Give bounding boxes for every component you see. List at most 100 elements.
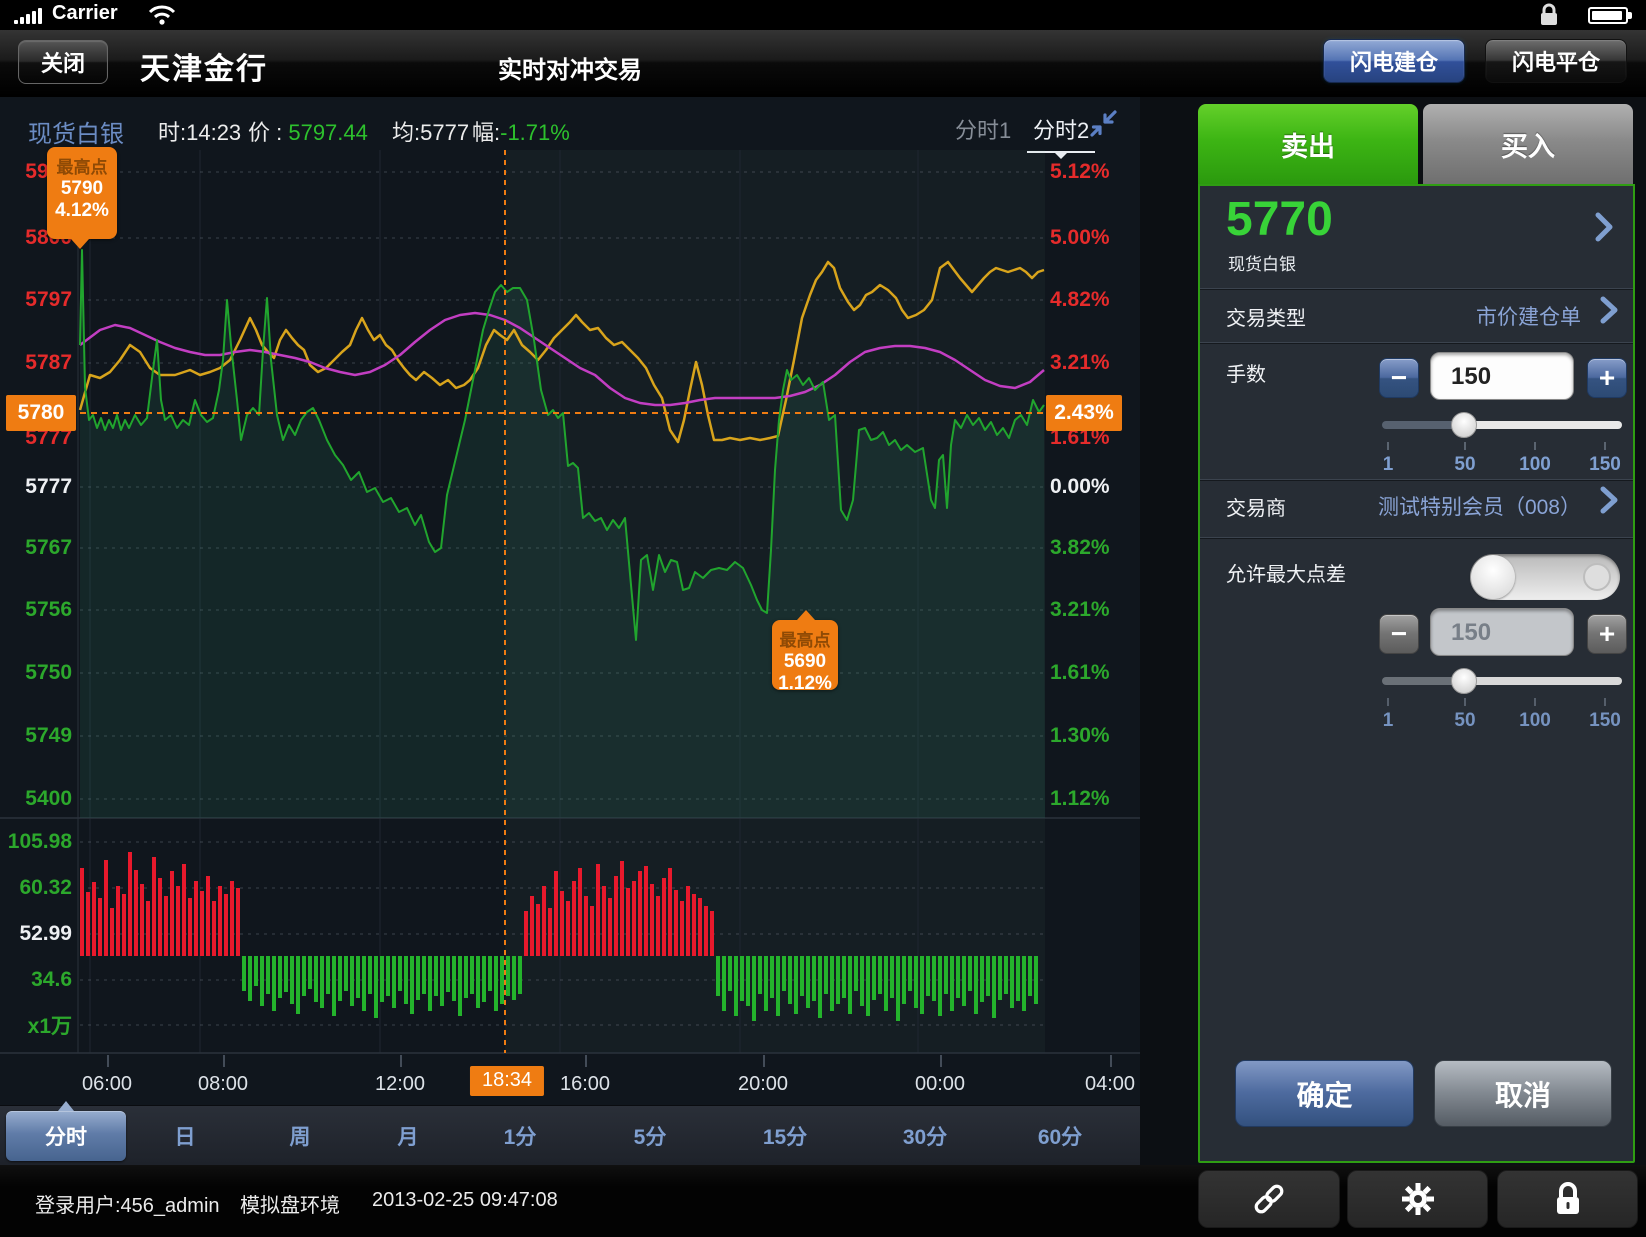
volume-axis-label: 105.98	[6, 830, 72, 854]
quote-symbol: 现货白银	[1228, 250, 1296, 275]
chevron-right-icon[interactable]	[1598, 295, 1620, 325]
footer-bar: 登录用户:456_admin 模拟盘环境 2013-02-25 09:47:08	[0, 1165, 1646, 1237]
period-tab-1[interactable]: 分时	[6, 1111, 126, 1161]
volume-axis-label: 60.32	[6, 876, 72, 900]
callout-arrow	[797, 610, 815, 620]
spread-slider-ticks: 150100150	[1382, 704, 1622, 738]
time-tick	[1110, 1055, 1112, 1067]
slider-tick-label: 1	[1383, 454, 1394, 476]
lots-slider[interactable]	[1382, 412, 1622, 438]
slider-tick-mark	[1464, 698, 1466, 706]
period-tab-7[interactable]: 15分	[740, 1106, 830, 1166]
carrier-label: Carrier	[52, 2, 118, 25]
sell-tab[interactable]: 卖出	[1198, 104, 1418, 184]
percent-axis-label: 1.61%	[1050, 661, 1130, 685]
slider-tick-mark	[1464, 442, 1466, 450]
spread-plus-button[interactable]: +	[1587, 614, 1627, 654]
spread-slider-thumb[interactable]	[1451, 668, 1477, 694]
nav-bar: 关闭 天津金行 实时对冲交易 闪电建仓 闪电平仓	[0, 30, 1646, 97]
percent-axis-label: 0.00%	[1050, 475, 1130, 499]
price-axis-label: 5777	[6, 475, 72, 499]
chart-area[interactable]: 现货白银 时:14:23 价 : 5797.44 均:5777 幅:-1.71%…	[0, 97, 1140, 1165]
time-label: 04:00	[1085, 1073, 1135, 1096]
time-label: 00:00	[915, 1073, 965, 1096]
spread-minus-button[interactable]: −	[1379, 614, 1419, 654]
order-form: 5770 现货白银 交易类型 市价建仓单 手数 − 150 + 15010015…	[1198, 184, 1635, 1163]
price-axis-label: 5756	[6, 598, 72, 622]
trade-type-value[interactable]: 市价建仓单	[1476, 301, 1581, 331]
period-tab-8[interactable]: 30分	[880, 1106, 970, 1166]
slider-tick-label: 1	[1383, 710, 1394, 732]
lots-slider-thumb[interactable]	[1451, 412, 1477, 438]
datetime-label: 2013-02-25 09:47:08	[372, 1189, 558, 1212]
percent-axis-label: 5.12%	[1050, 160, 1130, 184]
chevron-right-icon[interactable]	[1598, 485, 1620, 515]
lots-input[interactable]: 150	[1430, 352, 1574, 400]
slider-tick-label: 150	[1589, 710, 1621, 732]
login-user-label: 登录用户:456_admin	[35, 1189, 220, 1218]
slider-tick-mark	[1387, 442, 1389, 450]
chart-plot[interactable]	[0, 97, 1140, 1165]
percent-axis-label: 1.30%	[1050, 724, 1130, 748]
signal-strength-icon	[14, 8, 42, 24]
spread-input[interactable]: 150	[1430, 608, 1574, 656]
period-tab-3[interactable]: 周	[255, 1106, 345, 1166]
lots-slider-ticks: 150100150	[1382, 448, 1622, 482]
percent-axis-label: 3.82%	[1050, 536, 1130, 560]
percent-axis-label: 1.12%	[1050, 787, 1130, 811]
price-axis-label: 5767	[6, 536, 72, 560]
cancel-button[interactable]: 取消	[1434, 1060, 1612, 1127]
price-axis-label: 5400	[6, 787, 72, 811]
slider-tick-mark	[1534, 442, 1536, 450]
chart-callout: 最高点57904.12%	[47, 147, 117, 239]
app-window: Carrier 关闭 天津金行 实时对冲交易 闪电建仓 闪电平仓 现货白银 时:…	[0, 0, 1646, 1237]
period-tab-9[interactable]: 60分	[1015, 1106, 1105, 1166]
period-tab-2[interactable]: 日	[140, 1106, 230, 1166]
callout-arrow	[71, 239, 89, 249]
current-time-badge: 18:34	[470, 1066, 544, 1096]
spread-slider[interactable]	[1382, 668, 1622, 694]
toggle-knob[interactable]	[1471, 555, 1515, 599]
percent-axis-label: 5.00%	[1050, 226, 1130, 250]
buy-tab[interactable]: 买入	[1423, 104, 1633, 184]
orientation-lock-icon	[1538, 3, 1560, 27]
percent-axis-label: 3.21%	[1050, 598, 1130, 622]
time-label: 12:00	[375, 1073, 425, 1096]
time-axis: 06:0008:0012:0016:0020:0000:0004:0018:34	[0, 1053, 1140, 1105]
lots-plus-button[interactable]: +	[1587, 358, 1627, 398]
lock-icon	[1552, 1181, 1584, 1217]
price-axis-label: 5749	[6, 724, 72, 748]
period-tab-5[interactable]: 1分	[475, 1106, 565, 1166]
price-axis-label: 5787	[6, 351, 72, 375]
settings-button[interactable]	[1347, 1170, 1488, 1228]
volume-axis-label: x1万	[6, 1010, 72, 1040]
lock-button[interactable]	[1497, 1170, 1638, 1228]
max-spread-toggle[interactable]	[1470, 554, 1620, 600]
link-button[interactable]	[1198, 1170, 1340, 1228]
period-tab-bar: 分时日周月 1分 5分 15分 30分 60分	[0, 1105, 1140, 1165]
divider	[1200, 479, 1633, 481]
broker-value[interactable]: 测试特别会员（008）	[1378, 491, 1581, 521]
time-label: 20:00	[738, 1073, 788, 1096]
slider-tick-mark	[1534, 698, 1536, 706]
period-tab-6[interactable]: 5分	[605, 1106, 695, 1166]
time-label: 16:00	[560, 1073, 610, 1096]
confirm-button[interactable]: 确定	[1235, 1060, 1414, 1127]
flash-close-button[interactable]: 闪电平仓	[1485, 39, 1627, 83]
link-icon	[1249, 1179, 1289, 1219]
percent-axis-label: 4.82%	[1050, 288, 1130, 312]
lots-minus-button[interactable]: −	[1379, 358, 1419, 398]
divider	[1200, 288, 1633, 290]
slider-tick-label: 100	[1519, 710, 1551, 732]
flash-open-button[interactable]: 闪电建仓	[1323, 39, 1465, 83]
volume-axis-label: 34.6	[6, 968, 72, 992]
chevron-right-icon[interactable]	[1592, 210, 1616, 244]
max-spread-label: 允许最大点差	[1226, 558, 1346, 587]
slider-tick-label: 50	[1454, 454, 1475, 476]
slider-tick-label: 150	[1589, 454, 1621, 476]
trade-type-label: 交易类型	[1226, 302, 1306, 331]
period-tab-4[interactable]: 月	[363, 1106, 453, 1166]
price-axis-label: 5797	[6, 288, 72, 312]
time-tick	[107, 1055, 109, 1067]
page-title: 实时对冲交易	[0, 50, 1140, 85]
